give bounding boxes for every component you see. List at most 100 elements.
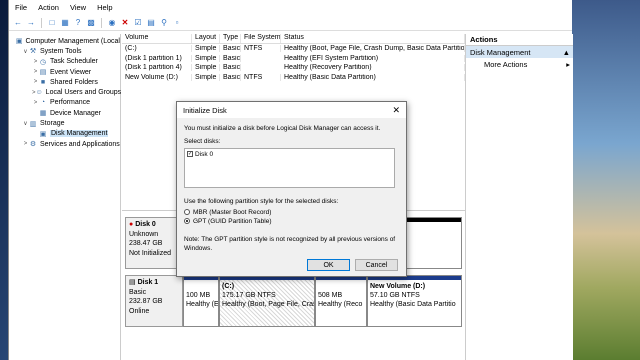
disk0-size: 238.47 GB (129, 240, 163, 247)
actions-more-label: More Actions (484, 59, 528, 69)
disk1-info[interactable]: ▤ Disk 1 Basic 232.87 GB Online (125, 275, 183, 327)
folder-icon: ■ (40, 78, 46, 86)
disk0-status: Not Initialized (129, 249, 172, 257)
menu-file[interactable]: File (15, 3, 27, 12)
tree-item[interactable]: ▦ Device Manager (9, 108, 120, 118)
tree-item[interactable]: > ▤ Event Viewer (9, 67, 120, 77)
col-volume[interactable]: Volume (122, 34, 192, 43)
gpt-label[interactable]: GPT (GUID Partition Table) (193, 218, 272, 225)
col-file-system[interactable]: File System (241, 34, 281, 43)
settings-icon[interactable]: ▫ (172, 18, 182, 28)
volume-list-header: Volume Layout Type File System Status (122, 34, 465, 44)
partition-recovery-size: 508 MB (318, 292, 343, 299)
tree-item-label: Local Users and Groups (45, 89, 122, 97)
tree-item[interactable]: ▣ Disk Management (9, 129, 120, 139)
partition-recovery-title (318, 282, 364, 291)
volume-cell: Healthy (Boot, Page File, Crash Dump, Ba… (281, 45, 465, 53)
mbr-radio[interactable] (184, 209, 190, 216)
disk0-name: Disk 0 (135, 221, 156, 228)
expander-icon[interactable]: ∨ (22, 120, 29, 127)
collapse-icon[interactable]: ▲ (563, 48, 570, 57)
volume-row[interactable]: (Disk 1 partition 4) Simple Basic Healthy (… (122, 63, 465, 73)
tree-item[interactable]: ∨ ⚒ System Tools (9, 46, 120, 56)
tree-item[interactable]: > ◷ Task Scheduler (9, 57, 120, 67)
gpt-option[interactable]: GPT (GUID Partition Table) (184, 217, 399, 226)
mbr-label[interactable]: MBR (Master Boot Record) (193, 209, 271, 216)
disk0-info[interactable]: ● Disk 0 Unknown 238.47 GB Not Initializ… (125, 217, 183, 269)
check-icon[interactable]: ☑ (133, 18, 143, 28)
partition-recovery[interactable]: 508 MB Healthy (Reco (315, 275, 367, 327)
dialog-titlebar: Initialize Disk ✕ (177, 102, 406, 118)
actions-header: Actions (466, 34, 573, 46)
partition-efi-title (186, 282, 216, 291)
back-icon[interactable]: ← (13, 18, 23, 28)
volume-cell: Simple (192, 73, 220, 81)
expander-icon[interactable]: ∨ (22, 48, 29, 55)
menu-action[interactable]: Action (38, 3, 59, 12)
close-icon[interactable]: ✕ (392, 105, 400, 116)
clock-icon: ◷ (39, 58, 47, 66)
tree-item[interactable]: ▣ Computer Management (Local (9, 36, 120, 46)
delete-icon[interactable]: ✕ (120, 18, 130, 28)
users-icon: ☺ (35, 89, 43, 97)
tree-item[interactable]: ∨ ▥ Storage (9, 118, 120, 128)
disk0-list-item[interactable]: Disk 0 (195, 151, 213, 158)
properties-icon[interactable]: ▩ (86, 18, 96, 28)
volume-cell: Simple (192, 54, 220, 62)
tree-item-label: System Tools (40, 47, 82, 55)
volume-row[interactable]: (Disk 1 partition 1) Simple Basic Healthy (… (122, 54, 465, 64)
expander-icon[interactable]: > (22, 141, 29, 147)
initialize-disk-dialog: Initialize Disk ✕ You must initialize a … (176, 101, 407, 277)
partition-c[interactable]: (C:) 175.17 GB NTFS Healthy (Boot, Page … (219, 275, 315, 327)
dialog-note: Note: The GPT partition style is not rec… (184, 236, 396, 252)
tree-item[interactable]: > ■ Shared Folders (9, 77, 120, 87)
volume-cell: Simple (192, 64, 220, 72)
forward-icon[interactable]: → (26, 18, 36, 28)
actions-pane: Actions Disk Management ▲ More Actions ▸ (465, 34, 573, 360)
show-hide-tree-icon[interactable]: ▦ (60, 18, 70, 28)
volume-cell: NTFS (241, 73, 281, 81)
partition-c-size: 175.17 GB NTFS (222, 292, 276, 299)
disk-select-list[interactable]: ✓ Disk 0 (184, 148, 395, 188)
volume-row[interactable]: (C:) Simple Basic NTFS Healthy (Boot, Page F… (122, 44, 465, 54)
col-status[interactable]: Status (281, 34, 465, 43)
gpt-radio[interactable] (184, 218, 190, 225)
help-icon[interactable]: ? (73, 18, 83, 28)
mbr-option[interactable]: MBR (Master Boot Record) (184, 208, 399, 217)
cancel-button[interactable]: Cancel (355, 259, 398, 271)
ok-button[interactable]: OK (307, 259, 350, 271)
expander-icon[interactable]: > (32, 100, 39, 106)
dialog-message: You must initialize a disk before Logica… (184, 125, 381, 132)
expander-icon[interactable]: > (32, 79, 39, 85)
partition-d[interactable]: New Volume (D:) 57.10 GB NTFS Healthy (B… (367, 275, 462, 327)
device-icon: ▦ (39, 110, 47, 118)
actions-disk-management[interactable]: Disk Management ▲ (466, 46, 573, 58)
partition-efi[interactable]: 100 MB Healthy (E (183, 275, 219, 327)
actions-more[interactable]: More Actions ▸ (466, 58, 573, 70)
tree-item[interactable]: > ☺ Local Users and Groups (9, 87, 122, 97)
folder-up-icon[interactable]: □ (47, 18, 57, 28)
expander-icon[interactable]: > (32, 59, 39, 65)
volume-cell: Basic (220, 54, 241, 62)
col-layout[interactable]: Layout (192, 34, 220, 43)
open-icon[interactable]: ▤ (146, 18, 156, 28)
expander-icon[interactable]: > (32, 69, 39, 75)
disk1-type: Basic (129, 288, 147, 296)
partition-recovery-status: Healthy (Reco (318, 301, 363, 308)
select-disks-label: Select disks: (184, 138, 221, 145)
services-icon: ⚙ (29, 141, 37, 149)
volume-cell: NTFS (241, 45, 281, 53)
volume-row[interactable]: New Volume (D:) Simple Basic NTFS Healthy (B… (122, 73, 465, 83)
tree-item-label: Task Scheduler (50, 58, 98, 66)
tree-item[interactable]: > ⚙ Services and Applications (9, 139, 120, 149)
connect-icon[interactable]: ◉ (107, 18, 117, 28)
tree-item-label: Shared Folders (50, 78, 98, 86)
disk1-status: Online (129, 307, 150, 315)
col-type[interactable]: Type (220, 34, 241, 43)
disk0-checkbox[interactable]: ✓ (187, 151, 193, 158)
menu-help[interactable]: Help (97, 3, 112, 12)
menu-view[interactable]: View (70, 3, 86, 12)
search-icon[interactable]: ⚲ (159, 18, 169, 28)
volume-cell: Basic (220, 45, 241, 53)
tree-item[interactable]: > ◔ Performance (9, 98, 120, 108)
